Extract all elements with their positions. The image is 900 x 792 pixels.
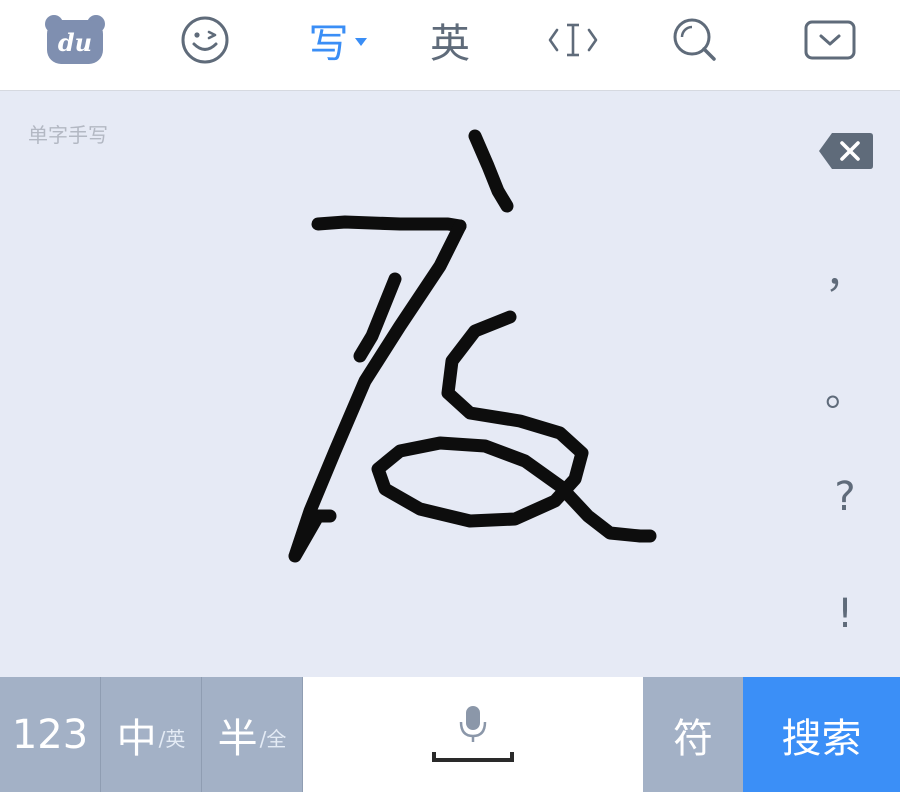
chevron-down-icon <box>354 38 367 46</box>
en-sub-label: /英 <box>158 727 186 751</box>
numbers-key[interactable]: 123 <box>0 677 101 792</box>
punctuation-column: ， 。 ? ! <box>790 91 900 677</box>
hide-keyboard-icon[interactable] <box>795 0 865 80</box>
write-label: 写 <box>308 21 349 67</box>
zh-en-toggle-key[interactable]: 中 /英 <box>101 677 202 792</box>
symbols-key[interactable]: 符 <box>643 677 743 792</box>
symbols-key-label: 符 <box>673 715 713 762</box>
handwriting-canvas[interactable]: 单字手写 ， 。 ? ! <box>0 91 900 677</box>
half-label: 半 <box>217 715 258 762</box>
question-mark-key[interactable]: ? <box>790 474 900 520</box>
backspace-icon[interactable] <box>818 131 874 171</box>
zh-label: 中 <box>116 715 157 762</box>
half-full-width-key[interactable]: 半 /全 <box>202 677 303 792</box>
english-mode-button[interactable]: 英 <box>415 0 485 80</box>
search-key-label: 搜索 <box>781 715 862 762</box>
search-key[interactable]: 搜索 <box>743 677 900 792</box>
microphone-icon <box>432 705 514 762</box>
handwriting-mode-button[interactable]: 写 <box>295 0 380 80</box>
full-sub-label: /全 <box>259 727 287 751</box>
english-label: 英 <box>430 21 470 67</box>
logo-text: du <box>58 28 92 57</box>
baidu-bear-logo-icon[interactable]: du <box>40 0 110 80</box>
exclamation-key[interactable]: ! <box>790 591 900 637</box>
search-icon[interactable] <box>660 0 730 80</box>
comma-key[interactable]: ， <box>790 241 900 299</box>
space-key[interactable] <box>303 677 643 792</box>
keyboard-toolbar: du 写 英 <box>0 0 900 91</box>
keyboard: du 写 英 单字手写 ， 。 ? ! 123 中 /英 半 /全 符 搜索 <box>0 0 900 792</box>
period-key[interactable]: 。 <box>790 359 900 417</box>
space-bar-icon <box>432 751 514 762</box>
keyboard-bottom-row: 123 中 /英 半 /全 符 搜索 <box>0 677 900 792</box>
numbers-key-label: 123 <box>11 711 89 758</box>
text-cursor-icon[interactable] <box>538 0 608 80</box>
smiley-face-icon[interactable] <box>170 0 240 80</box>
handwriting-ink-strokes <box>288 129 657 563</box>
